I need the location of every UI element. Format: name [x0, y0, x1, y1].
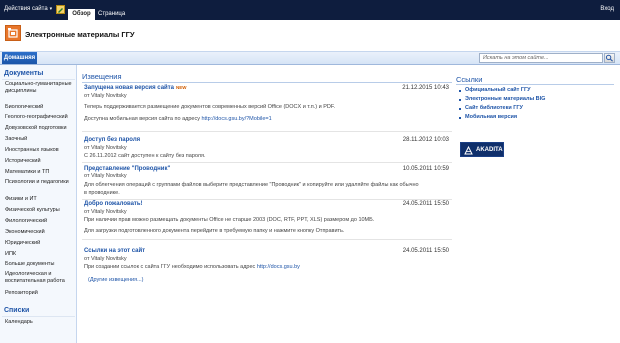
divider	[456, 84, 614, 85]
ql-item[interactable]: Больше документы	[5, 261, 75, 268]
announcement-date: 24.05.2011 15:50	[402, 248, 449, 254]
announcement-title-text: Запущена новая версия сайта	[84, 85, 175, 91]
announcement-body: Теперь поддерживается размещение докумен…	[84, 104, 336, 110]
ql-item[interactable]: Геолого-географический	[5, 114, 75, 121]
site-logo-icon[interactable]	[5, 25, 21, 41]
signin-link[interactable]: Вход	[600, 6, 614, 12]
links-heading[interactable]: Ссылки	[456, 75, 482, 84]
divider	[82, 239, 452, 240]
announcement-title[interactable]: Ссылки на этот сайт	[84, 248, 145, 254]
announcement-author: от Vitaly Novitsky	[84, 209, 127, 215]
ql-item[interactable]: Математики и ТП	[5, 169, 75, 176]
site-title[interactable]: Электронные материалы ГГУ	[25, 30, 135, 39]
tab-page[interactable]: Страница	[98, 9, 125, 20]
announcement-title[interactable]: Представление "Проводник"	[84, 166, 170, 172]
announcement-body: в проводнике.	[84, 190, 120, 196]
announcement-author: от Vitaly Novitsky	[84, 93, 127, 99]
announcement-body: Для облегчения операций с группами файло…	[84, 182, 419, 188]
ql-item[interactable]: Юридический	[5, 240, 75, 247]
divider	[82, 199, 452, 200]
ql-lists-heading[interactable]: Списки	[4, 307, 29, 314]
announcement-date: 10.05.2011 10:59	[402, 166, 449, 172]
ql-item[interactable]: Экономический	[5, 229, 75, 236]
divider	[2, 316, 75, 317]
site-actions-label: Действия сайта	[4, 6, 48, 12]
link-item[interactable]: Электронные материалы BIG	[465, 96, 545, 102]
divider	[2, 79, 75, 80]
ql-item[interactable]: Исторический	[5, 158, 75, 165]
ql-item[interactable]: Идеологическая и воспитательная работа	[5, 271, 75, 285]
link-item[interactable]: Мобильная версия	[465, 114, 517, 120]
ql-documents-heading[interactable]: Документы	[4, 70, 43, 77]
announcement-body: Доступна мобильная версия сайта по адрес…	[84, 116, 272, 122]
search-icon	[605, 54, 613, 62]
mobile-site-link[interactable]: http://docs.gsu.by/?Mobile=1	[201, 116, 271, 122]
announcement-author: от Vitaly Novitsky	[84, 145, 127, 151]
edit-page-icon[interactable]	[56, 5, 65, 14]
announcements-heading[interactable]: Извещения	[82, 72, 122, 81]
announcement-title[interactable]: Доступ без пароля	[84, 137, 140, 143]
announcement-body: Для загрузки подготовленного документа п…	[84, 228, 345, 234]
announcement-date: 28.11.2012 10:03	[402, 137, 449, 143]
ql-item[interactable]: Психологии и педагогики	[5, 179, 75, 186]
tab-home[interactable]: Домашняя	[2, 52, 37, 64]
announcement-author: от Vitaly Novitsky	[84, 256, 127, 262]
ql-item[interactable]: Заочный	[5, 136, 75, 143]
ql-item[interactable]: Иностранных языков	[5, 147, 75, 154]
chevron-down-icon: ▾	[49, 6, 53, 12]
akadita-label: AKADITA	[476, 147, 503, 153]
divider	[82, 82, 452, 83]
search-button[interactable]	[604, 53, 615, 63]
link-item[interactable]: Сайт библиотеки ГГУ	[465, 105, 523, 111]
ql-item[interactable]: Довузовской подготовки	[5, 125, 75, 132]
bullet-icon	[459, 117, 461, 119]
announcement-date: 21.12.2015 10:43	[402, 85, 449, 91]
bullet-icon	[459, 99, 461, 101]
bullet-icon	[459, 108, 461, 110]
akadita-logo-icon	[464, 146, 473, 155]
more-announcements-link[interactable]: (Другие извещения...)	[88, 277, 144, 283]
bullet-icon	[459, 90, 461, 92]
site-actions-menu[interactable]: Действия сайта ▾	[4, 6, 52, 12]
announcement-body: При наличии прав можно размещать докумен…	[84, 217, 375, 223]
announcement-title[interactable]: Добро пожаловать!	[84, 201, 143, 207]
announcement-link-prefix: При создании ссылок с сайта ГГУ необходи…	[84, 264, 257, 270]
announcement-author: от Vitaly Novitsky	[84, 173, 127, 179]
site-address-link[interactable]: http://docs.gsu.by	[257, 264, 300, 270]
ql-item[interactable]: Филологический	[5, 218, 75, 225]
announcement-body: С 26.11.2012 сайт доступен к сайту без п…	[84, 153, 206, 159]
new-icon: NEW	[176, 85, 187, 90]
ql-item[interactable]: Репозиторий	[5, 290, 75, 297]
tab-browse[interactable]: Обзор	[68, 9, 95, 20]
search-input[interactable]: Искать на этом сайте...	[479, 53, 603, 63]
ql-item[interactable]: ИПК	[5, 251, 75, 258]
divider	[82, 162, 452, 163]
link-item[interactable]: Официальный сайт ГГУ	[465, 87, 531, 93]
ql-item[interactable]: Физики и ИТ	[5, 196, 75, 203]
ribbon-bar: Действия сайта ▾ Обзор Страница Вход	[0, 0, 620, 20]
announcement-title[interactable]: Запущена новая версия сайта NEW	[84, 85, 187, 91]
announcement-link-prefix: Доступна мобильная версия сайта по адрес…	[84, 116, 202, 122]
ql-item[interactable]: Биологический	[5, 104, 75, 111]
akadita-banner[interactable]: AKADITA	[460, 142, 504, 157]
announcement-date: 24.05.2011 15:50	[402, 201, 449, 207]
announcement-body: При создании ссылок с сайта ГГУ необходи…	[84, 264, 300, 270]
divider	[82, 131, 452, 132]
ql-item[interactable]: Социально-гуманитарные дисциплины	[5, 81, 75, 95]
ql-item-calendar[interactable]: Календарь	[5, 319, 75, 326]
ql-item[interactable]: Физической культуры	[5, 207, 75, 214]
